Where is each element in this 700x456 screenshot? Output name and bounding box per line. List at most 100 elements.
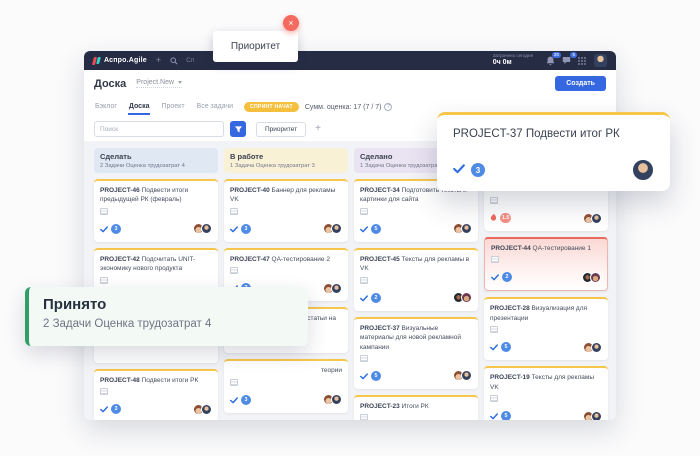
task-title: PROJECT-19 Тексты для рекламы VK <box>490 373 602 392</box>
card-footer: 3 <box>100 215 212 238</box>
priority-tooltip: Приоритет <box>213 31 298 62</box>
filter-button[interactable] <box>230 121 246 137</box>
messages-badge: 5 <box>570 52 577 58</box>
avatar <box>461 370 472 381</box>
estimate-badge: 5 <box>501 411 511 420</box>
tab-Доска[interactable]: Доска <box>128 99 151 115</box>
task-card[interactable]: PROJECT-40 Баннер для рекламы VK3 <box>224 179 348 242</box>
description-icon <box>100 208 108 215</box>
estimate-badge: 3 <box>111 404 121 414</box>
avatar <box>331 394 342 405</box>
task-card[interactable]: PROJECT-44 QA-тестирование 12 <box>484 237 608 291</box>
description-icon <box>360 277 368 284</box>
task-title: PROJECT-37 Визуальные материалы для ново… <box>360 324 472 352</box>
task-card[interactable]: теории 3 <box>224 359 348 412</box>
column-header[interactable]: В работе1 Задача Оценка трудозатрат 3 <box>224 148 348 173</box>
estimate-badge: 2 <box>371 293 381 303</box>
task-title: PROJECT-45 Тексты для рекламы в VK <box>360 255 472 274</box>
task-card[interactable]: PROJECT-37 Визуальные материалы для ново… <box>354 317 478 389</box>
board-column: В работе1 Задача Оценка трудозатрат 3 PRO… <box>224 148 348 413</box>
toolbar: Доска Project.New Создать <box>84 70 616 97</box>
card-footer: 1.5 <box>490 204 602 227</box>
task-title: PROJECT-46 Подвести итоги предыдущей РК … <box>100 186 212 205</box>
user-avatar[interactable] <box>594 54 607 67</box>
tab-Проект[interactable]: Проект <box>160 99 185 115</box>
estimate-badge: 3 <box>241 224 251 234</box>
tab-Бэклог[interactable]: Бэклог <box>94 99 118 115</box>
task-card[interactable]: PROJECT-19 Тексты для рекламы VK 5 <box>484 366 608 420</box>
add-filter-button[interactable]: + <box>315 124 321 134</box>
search-icon[interactable] <box>170 57 178 65</box>
tab-Все задачи[interactable]: Все задачи <box>196 99 235 115</box>
app-window: Аспро.Agile + Сп Затрачено сегодня 0ч 0м… <box>84 51 616 420</box>
description-icon <box>491 256 499 263</box>
task-card[interactable]: PROJECT-23 Итоги РК5 <box>354 395 478 420</box>
add-icon[interactable]: + <box>156 56 161 65</box>
card-footer: 3 <box>230 215 342 238</box>
card-footer: 3 <box>100 395 212 418</box>
tabs: Бэклог Доска Проект Все задачи <box>94 99 234 115</box>
create-button[interactable]: Создать <box>555 76 606 91</box>
apps-grid-icon[interactable] <box>578 57 586 65</box>
avatar <box>201 404 212 415</box>
task-card[interactable]: PROJECT-28 Визуализация для презентации 5 <box>484 297 608 360</box>
messages-icon[interactable]: 5 <box>562 56 571 65</box>
task-card[interactable]: PROJECT-45 Тексты для рекламы в VK 2 <box>354 248 478 311</box>
accepted-column-overlay: Принято 2 Задачи Оценка трудозатрат 4 <box>25 287 308 346</box>
card-footer: 5 <box>490 402 602 420</box>
task-card[interactable]: PROJECT-46 Подвести итоги предыдущей РК … <box>94 179 218 242</box>
column-title: В работе <box>230 152 342 161</box>
description-icon <box>490 395 498 402</box>
avatar <box>331 283 342 294</box>
close-icon[interactable]: × <box>283 15 299 31</box>
task-preview-card[interactable]: PROJECT-37 Подвести итог РК 3 <box>437 112 670 191</box>
check-icon <box>360 220 368 238</box>
notifications-badge: 26 <box>552 52 561 58</box>
estimate-badge: 2 <box>502 272 512 282</box>
page-title: Доска <box>94 78 126 90</box>
avatar <box>461 223 472 234</box>
description-icon <box>230 379 238 386</box>
avatar <box>201 223 212 234</box>
board-column: Сделать 2 Задачи Оценка трудозатрат 4 PROJ… <box>94 148 218 413</box>
card-footer: 3 <box>230 386 342 409</box>
project-select[interactable]: Project.New <box>136 79 182 88</box>
card-footer: 2 <box>491 263 601 286</box>
card-footer: 2 <box>360 284 472 307</box>
estimate-badge: 1.5 <box>500 213 511 223</box>
check-icon <box>360 367 368 385</box>
avatar <box>632 159 654 181</box>
card-footer: 5 <box>360 362 472 385</box>
nav-item-fragment[interactable]: Сп <box>186 57 194 64</box>
column-meta: 2 Задачи Оценка трудозатрат 4 <box>100 163 212 169</box>
app-name: Аспро.Agile <box>104 57 147 64</box>
card-footer: 5 <box>360 215 472 238</box>
sprint-status-badge: СПРИНТ НАЧАТ <box>244 102 299 112</box>
project-select-value: Project.New <box>136 79 174 86</box>
card-footer: 5 <box>490 333 602 356</box>
priority-filter-chip[interactable]: Приоритет <box>256 122 306 137</box>
column-header[interactable]: Сделать 2 Задачи Оценка трудозатрат 4 <box>94 148 218 173</box>
accepted-title: Принято <box>43 296 294 313</box>
info-icon[interactable]: ? <box>384 103 392 111</box>
task-title: теории <box>230 366 342 375</box>
check-icon <box>490 407 498 420</box>
estimate-badge: 3 <box>241 395 251 405</box>
app-logo-icon <box>93 57 100 65</box>
check-icon <box>100 400 108 418</box>
check-icon <box>360 289 368 307</box>
description-icon <box>490 326 498 333</box>
avatar <box>461 292 472 303</box>
avatar <box>591 411 602 420</box>
search-input[interactable] <box>94 121 224 137</box>
task-title: PROJECT-28 Визуализация для презентации <box>490 304 602 323</box>
avatar <box>591 213 602 224</box>
chevron-down-icon <box>178 81 182 84</box>
description-icon <box>230 267 238 274</box>
time-tracker-value: 0ч 0м <box>493 59 533 67</box>
task-card[interactable]: PROJECT-48 Подвести итоги РК 3 <box>94 369 218 420</box>
app-header: Аспро.Agile + Сп Затрачено сегодня 0ч 0м… <box>84 51 616 70</box>
column-title: Сделать <box>100 152 212 161</box>
task-title: PROJECT-48 Подвести итоги РК <box>100 376 212 385</box>
notifications-bell-icon[interactable]: 26 <box>546 56 555 66</box>
